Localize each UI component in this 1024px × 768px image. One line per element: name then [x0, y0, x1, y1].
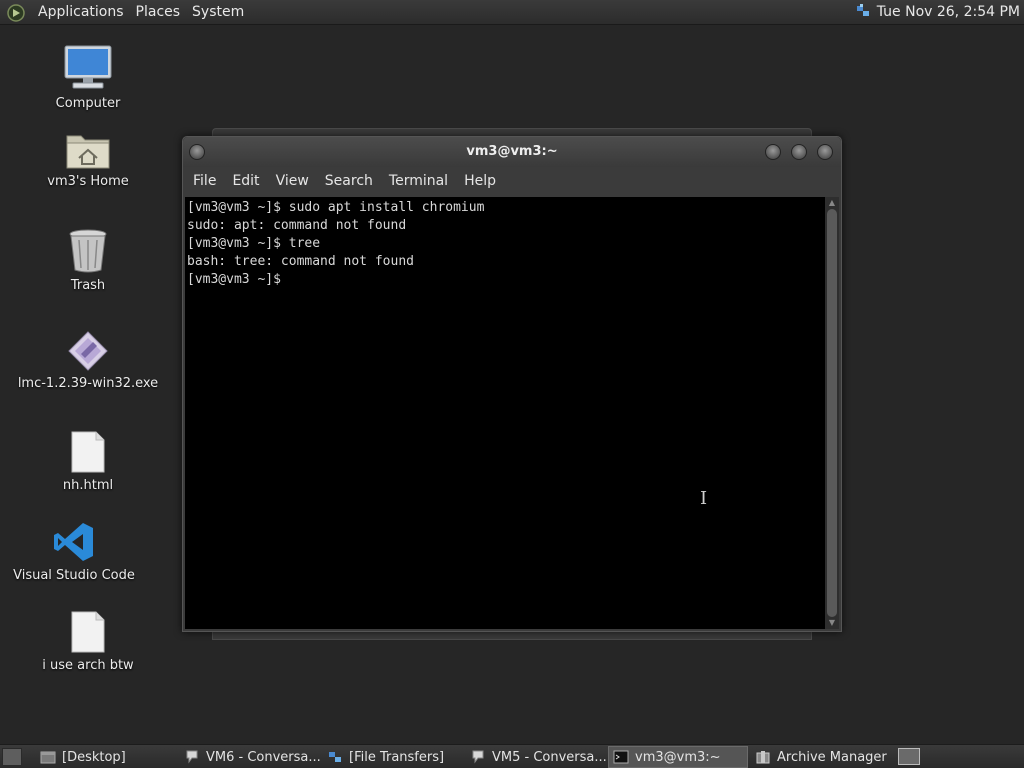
transfer-icon: [329, 752, 341, 762]
minimize-icon[interactable]: [765, 144, 781, 160]
maximize-icon[interactable]: [791, 144, 807, 160]
task-file-transfers[interactable]: [File Transfers]: [323, 746, 463, 768]
menu-applications[interactable]: Applications: [32, 0, 130, 25]
top-panel-menus: Applications Places System: [6, 0, 250, 25]
archive-icon: [756, 751, 770, 764]
desktop-icon-label: Trash: [70, 278, 106, 293]
task-archive-manager[interactable]: Archive Manager: [751, 746, 891, 768]
terminal-line: [vm3@vm3 ~]$ sudo apt install chromium: [187, 200, 485, 215]
task-vm5-conversation[interactable]: VM5 - Conversa...: [466, 746, 606, 768]
menu-help[interactable]: Help: [456, 173, 504, 189]
desktop-icon-vscode[interactable]: Visual Studio Code: [0, 520, 154, 583]
menu-view[interactable]: View: [268, 173, 317, 189]
terminal-prompt-line: [vm3@vm3 ~]$: [187, 272, 289, 287]
chat-icon: [472, 750, 484, 764]
terminal-icon: [613, 750, 629, 764]
file-icon: [71, 611, 105, 653]
terminal-line: sudo: apt: command not found: [187, 218, 407, 233]
desktop-icon-executable[interactable]: lmc-1.2.39-win32.exe: [8, 330, 168, 391]
task-label: [File Transfers]: [349, 749, 445, 765]
window-title: vm3@vm3:~: [466, 144, 558, 159]
home-folder-icon: [66, 135, 110, 169]
terminal-line: [vm3@vm3 ~]$ tree: [187, 236, 321, 251]
menu-terminal[interactable]: Terminal: [381, 173, 456, 189]
desktop-icon: [40, 751, 56, 764]
menu-system[interactable]: System: [186, 0, 250, 25]
desktop-icon-label: Visual Studio Code: [13, 568, 135, 583]
task-vm6-conversation[interactable]: VM6 - Conversa...: [180, 746, 320, 768]
computer-icon: [64, 45, 112, 89]
menu-places[interactable]: Places: [130, 0, 187, 25]
terminal-titlebar[interactable]: vm3@vm3:~: [183, 137, 841, 167]
scrollbar-thumb[interactable]: [827, 209, 837, 617]
terminal-window[interactable]: vm3@vm3:~ File Edit View Search Terminal…: [182, 136, 842, 632]
desktop-icon-i-use-arch[interactable]: i use arch btw: [8, 610, 168, 673]
task-desktop[interactable]: [Desktop]: [36, 746, 176, 768]
show-desktop-icon[interactable]: [2, 748, 22, 766]
taskbar: [Desktop] VM6 - Conversa... [File Transf…: [0, 744, 1024, 768]
vscode-icon: [54, 523, 93, 561]
ibeam-cursor-icon: I: [700, 488, 708, 509]
distro-logo-icon[interactable]: [6, 3, 26, 23]
terminal-scrollbar[interactable]: ▲ ▼: [825, 197, 839, 629]
chat-icon: [186, 750, 198, 764]
menu-file[interactable]: File: [185, 173, 224, 189]
terminal-output[interactable]: [vm3@vm3 ~]$ sudo apt install chromium s…: [185, 197, 827, 629]
task-label: [Desktop]: [62, 749, 126, 765]
desktop-icon-home[interactable]: vm3's Home: [8, 128, 168, 189]
menu-search[interactable]: Search: [317, 173, 381, 189]
desktop-icon-label: i use arch btw: [42, 658, 134, 673]
desktop-icon-trash[interactable]: Trash: [8, 228, 168, 293]
desktop-icon-label: vm3's Home: [47, 174, 129, 189]
scroll-down-icon[interactable]: ▼: [827, 618, 837, 628]
menu-edit[interactable]: Edit: [224, 173, 267, 189]
network-icon[interactable]: [855, 3, 871, 23]
workspace-switcher[interactable]: [898, 748, 920, 765]
top-panel: Applications Places System Tue Nov 26, 2…: [0, 0, 1024, 25]
task-label: VM6 - Conversa...: [206, 749, 320, 765]
desktop-icon-computer[interactable]: Computer: [8, 44, 168, 111]
desktop-icon-label: Computer: [55, 96, 121, 111]
desktop-icon-label: lmc-1.2.39-win32.exe: [17, 376, 159, 391]
window-menu-icon[interactable]: [189, 144, 205, 160]
task-label: VM5 - Conversa...: [492, 749, 606, 765]
task-label: vm3@vm3:~: [635, 749, 721, 765]
trash-icon: [69, 229, 107, 273]
file-icon: [71, 431, 105, 473]
terminal-menubar: File Edit View Search Terminal Help: [183, 167, 841, 195]
close-icon[interactable]: [817, 144, 833, 160]
executable-icon: [68, 331, 108, 371]
scroll-up-icon[interactable]: ▲: [827, 198, 837, 208]
desktop-icon-nh-html[interactable]: nh.html: [8, 430, 168, 493]
clock[interactable]: Tue Nov 26, 2:54 PM: [871, 0, 1020, 25]
tray-area: Tue Nov 26, 2:54 PM: [855, 0, 1020, 25]
task-label: Archive Manager: [777, 749, 887, 765]
task-terminal[interactable]: vm3@vm3:~: [608, 746, 748, 768]
desktop-icon-label: nh.html: [62, 478, 114, 493]
terminal-line: bash: tree: command not found: [187, 254, 414, 269]
